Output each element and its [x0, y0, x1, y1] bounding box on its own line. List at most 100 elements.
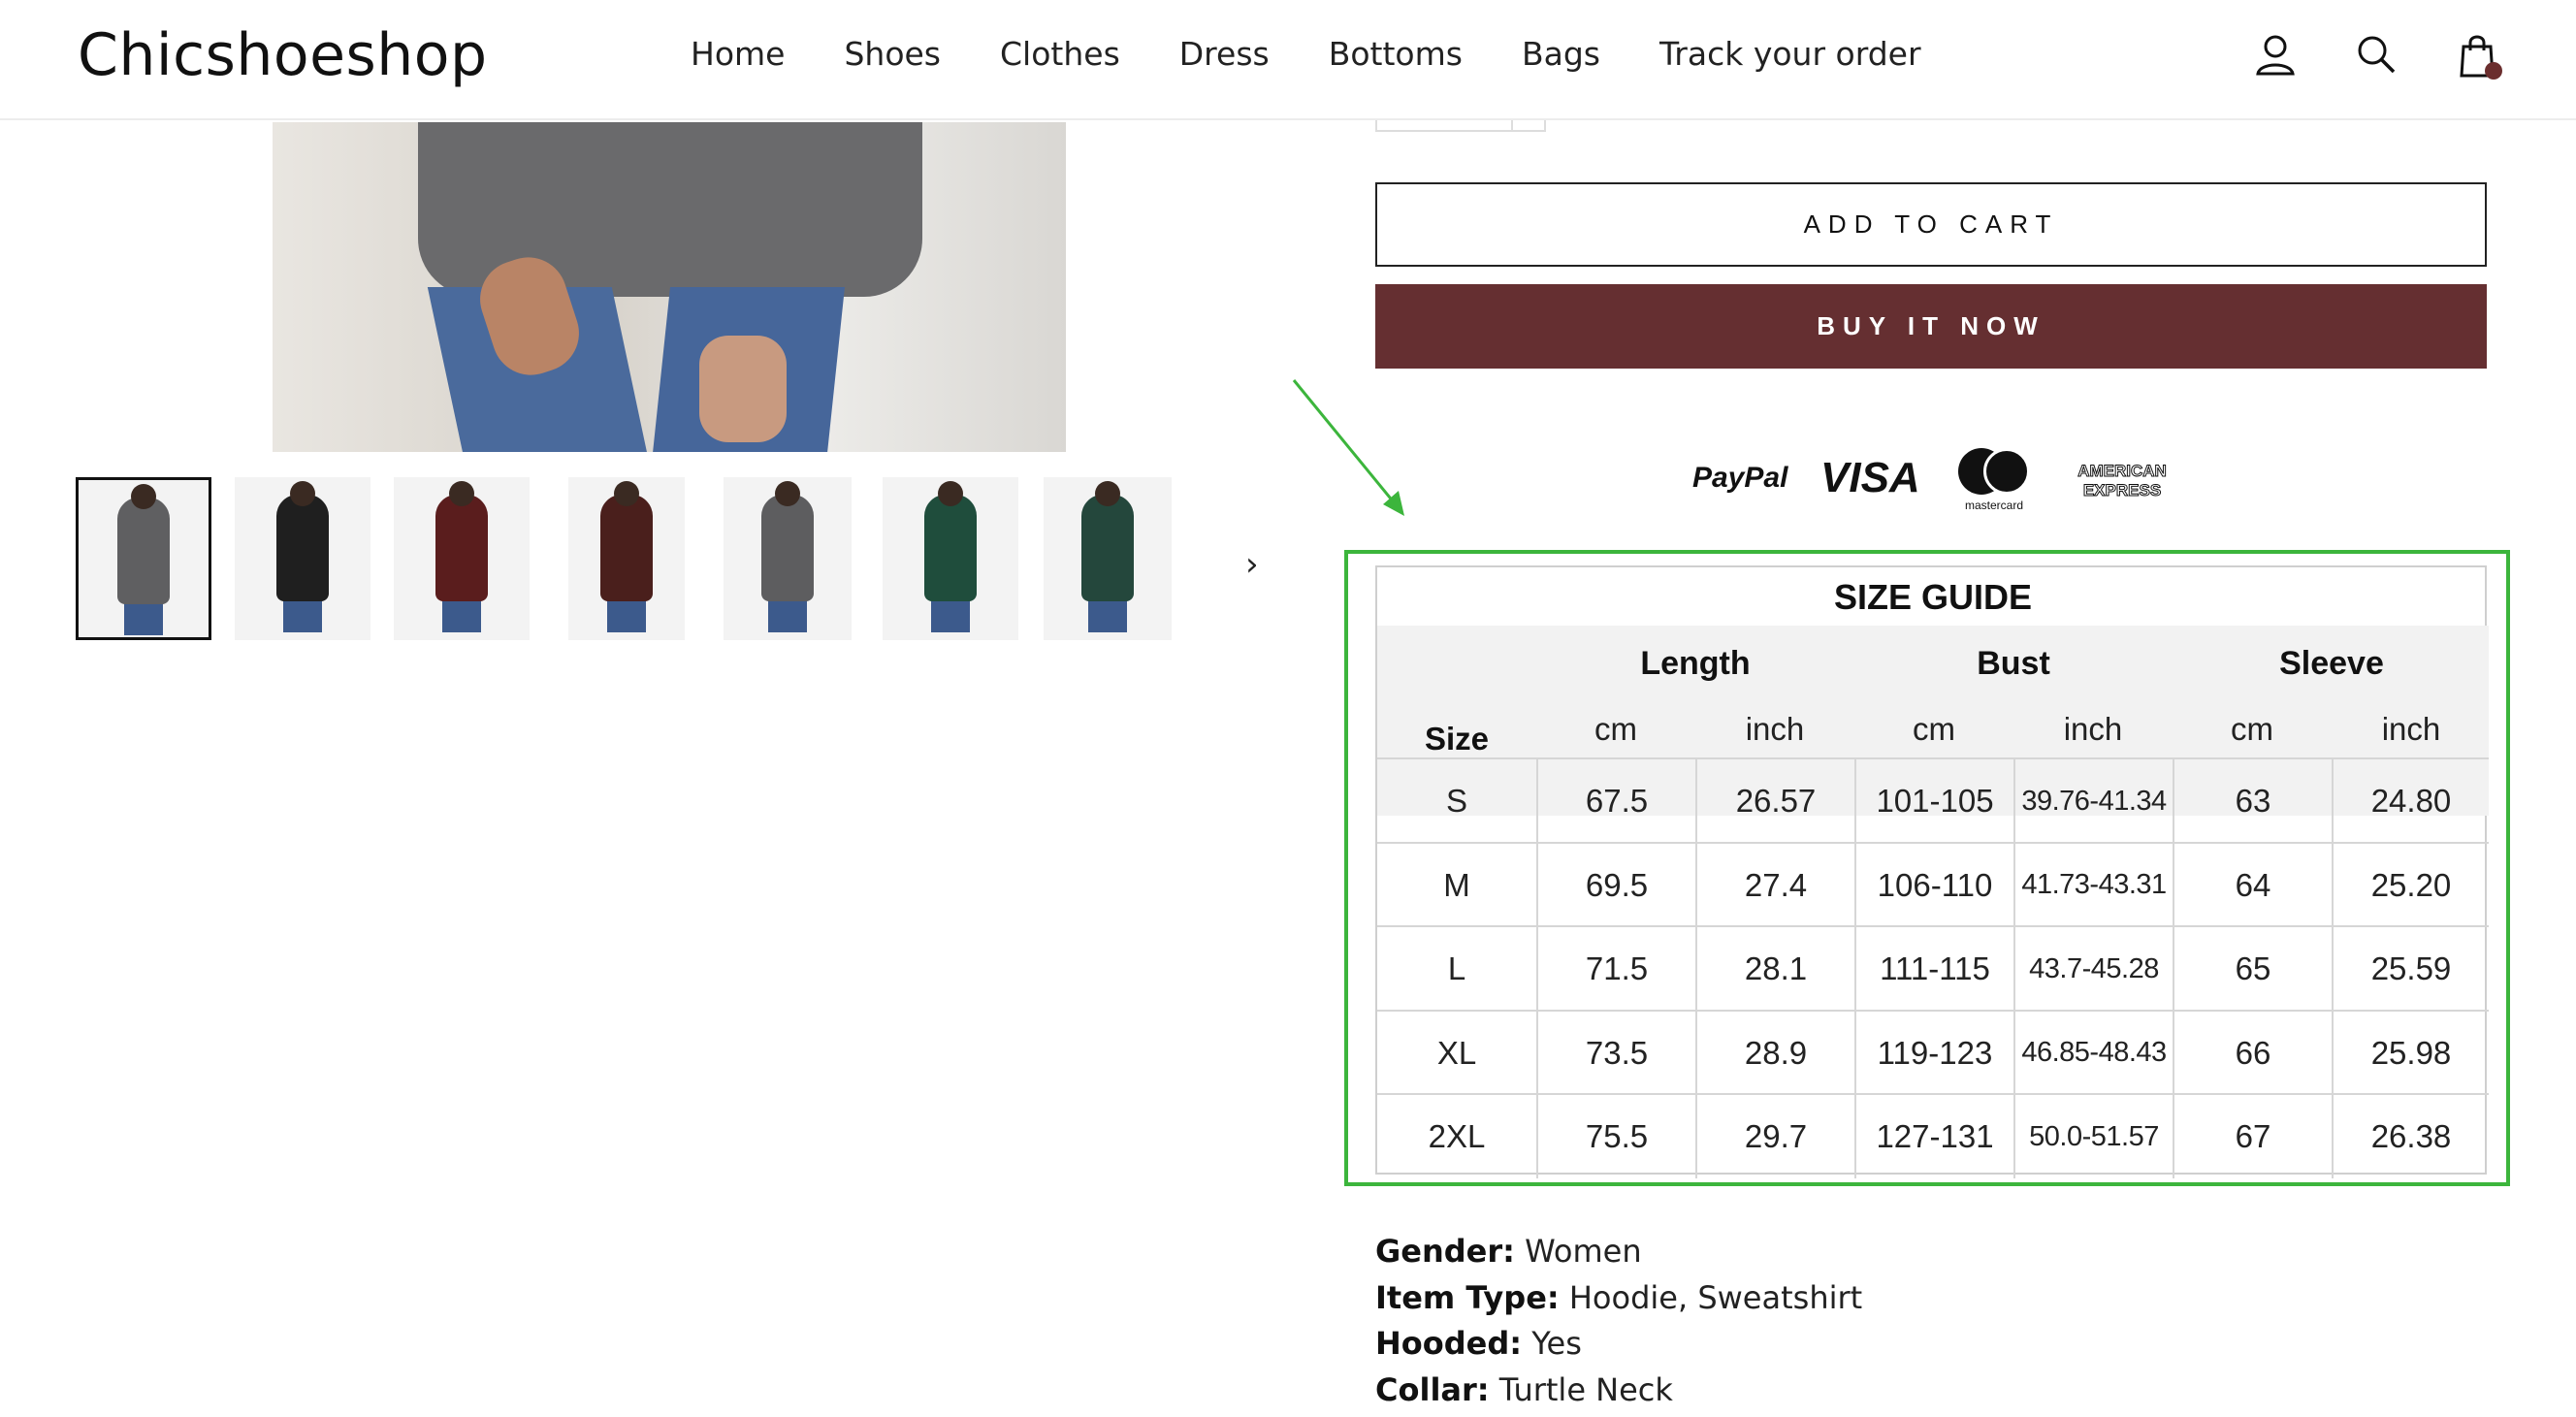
header-bust: Bust — [1977, 645, 2050, 682]
measurement-cell: 63 — [2173, 759, 2332, 843]
nav-item-shoes[interactable]: Shoes — [844, 35, 941, 73]
thumbnail-model-head — [775, 481, 800, 506]
measurement-cell: 65 — [2173, 927, 2332, 1011]
nav-item-dress[interactable]: Dress — [1179, 35, 1270, 73]
measurement-cell: 69.5 — [1536, 843, 1695, 927]
product-thumbnail[interactable] — [235, 477, 370, 640]
add-to-cart-button[interactable]: ADD TO CART — [1375, 182, 2487, 267]
user-icon[interactable] — [2254, 33, 2297, 78]
unit-bust-cm: cm — [1913, 711, 1955, 747]
nav-item-track-order[interactable]: Track your order — [1659, 35, 1921, 73]
nav-item-bags[interactable]: Bags — [1522, 35, 1600, 73]
nav-item-clothes[interactable]: Clothes — [1000, 35, 1120, 73]
thumbnail-garment — [276, 495, 329, 601]
unit-sleeve-cm: cm — [2231, 711, 2273, 747]
spec-line: Hooded: Yes — [1375, 1322, 2442, 1369]
measurement-cell: 127-131 — [1854, 1095, 2013, 1178]
thumbnail-garment — [761, 495, 814, 601]
nav-item-home[interactable]: Home — [691, 35, 785, 73]
measurement-cell: 101-105 — [1854, 759, 2013, 843]
measurement-cell: 66 — [2173, 1011, 2332, 1095]
product-thumbnail[interactable] — [76, 477, 211, 640]
main-nav: Home Shoes Clothes Dress Bottoms Bags Tr… — [691, 35, 1980, 73]
spec-key: Gender: — [1375, 1233, 1515, 1270]
header-length: Length — [1640, 645, 1751, 682]
product-thumbnail[interactable] — [883, 477, 1018, 640]
measurement-cell: 106-110 — [1854, 843, 2013, 927]
thumbnail-model-head — [1095, 481, 1120, 506]
size-guide-row: 2XL 75.5 29.7 127-131 50.0-51.57 67 26.38 — [1377, 1093, 2489, 1178]
measurement-cell: 50.0-51.57 — [2013, 1095, 2173, 1178]
product-thumbnail[interactable] — [568, 477, 685, 640]
quantity-selector[interactable] — [1375, 120, 1546, 132]
measurement-cell: 111-115 — [1854, 927, 2013, 1011]
site-header: Chicshoeshop Home Shoes Clothes Dress Bo… — [0, 0, 2576, 120]
unit-length-inch: inch — [1745, 711, 1805, 747]
measurement-cell: 25.98 — [2332, 1011, 2489, 1095]
amex-line-2: EXPRESS — [2082, 481, 2162, 500]
measurement-cell: 71.5 — [1536, 927, 1695, 1011]
spec-value: Turtle Neck — [1498, 1370, 1673, 1408]
unit-sleeve-inch: inch — [2381, 711, 2441, 747]
size-cell: S — [1445, 783, 1467, 819]
spec-value: Women — [1525, 1233, 1642, 1270]
spec-value: Yes — [1531, 1325, 1582, 1362]
measurement-cell: 67 — [2173, 1095, 2332, 1178]
product-main-image[interactable] — [273, 122, 1066, 452]
spec-line: Collar: Turtle Neck — [1375, 1369, 2442, 1415]
paypal-logo: PayPal — [1692, 462, 1788, 494]
spec-line: Gender: Women — [1375, 1230, 2442, 1276]
thumbnail-model-head — [131, 484, 156, 509]
header-sleeve: Sleeve — [2279, 645, 2384, 682]
thumbnail-model-head — [449, 481, 474, 506]
thumbnail-garment — [117, 498, 170, 604]
size-guide-row: XL 73.5 28.9 119-123 46.85-48.43 66 25.98 — [1377, 1009, 2489, 1095]
measurement-cell: 67.5 — [1536, 759, 1695, 843]
product-thumbnail[interactable] — [394, 477, 530, 640]
product-thumbnail[interactable] — [724, 477, 852, 640]
measurement-cell: 27.4 — [1695, 843, 1854, 927]
mastercard-label: mastercard — [1964, 499, 2024, 512]
spec-key: Hooded: — [1375, 1325, 1523, 1362]
measurement-cell: 28.1 — [1695, 927, 1854, 1011]
spec-key: Item Type: — [1375, 1278, 1560, 1316]
thumbnail-model-head — [614, 481, 639, 506]
measurement-cell: 29.7 — [1695, 1095, 1854, 1178]
cart-badge — [2485, 62, 2502, 80]
spec-value: Hoodie, Sweatshirt — [1568, 1278, 1863, 1316]
measurement-cell: 73.5 — [1536, 1011, 1695, 1095]
cart-icon[interactable] — [2456, 33, 2502, 80]
measurement-cell: 26.57 — [1695, 759, 1854, 843]
unit-bust-inch: inch — [2063, 711, 2123, 747]
search-icon[interactable] — [2355, 33, 2398, 78]
measurement-cell: 119-123 — [1854, 1011, 2013, 1095]
thumbnail-garment — [600, 495, 653, 601]
measurement-cell: 25.59 — [2332, 927, 2489, 1011]
measurement-cell: 64 — [2173, 843, 2332, 927]
measurement-cell: 39.76-41.34 — [2013, 759, 2173, 843]
size-cell: L — [1447, 950, 1466, 986]
annotation-arrow-icon — [1292, 379, 1404, 516]
product-thumbnails — [76, 477, 1191, 647]
thumbnail-next-chevron-icon[interactable]: › — [1245, 545, 1259, 584]
spec-line: Item Type: Hoodie, Sweatshirt — [1375, 1276, 2442, 1323]
measurement-cell: 24.80 — [2332, 759, 2489, 843]
measurement-cell: 26.38 — [2332, 1095, 2489, 1178]
product-thumbnail[interactable] — [1044, 477, 1172, 640]
size-guide-row: S 67.5 26.57 101-105 39.76-41.34 63 24.80 — [1377, 757, 2489, 843]
buy-it-now-button[interactable]: BUY IT NOW — [1375, 284, 2487, 369]
nav-item-bottoms[interactable]: Bottoms — [1329, 35, 1463, 73]
site-logo[interactable]: Chicshoeshop — [78, 21, 488, 89]
thumbnail-garment — [1081, 495, 1134, 601]
hero-jeans-rip — [699, 336, 787, 442]
thumbnail-model-head — [938, 481, 963, 506]
header-icons — [2254, 33, 2502, 80]
payment-methods: PayPal VISA mastercard AMERICAN EXPRESS — [1692, 444, 2177, 522]
size-guide-row: M 69.5 27.4 106-110 41.73-43.31 64 25.20 — [1377, 841, 2489, 927]
header-size: Size — [1424, 721, 1490, 757]
mastercard-logo: mastercard — [1954, 448, 2034, 516]
measurement-cell: 25.20 — [2332, 843, 2489, 927]
spec-key: Collar: — [1375, 1370, 1490, 1408]
size-guide-title: SIZE GUIDE — [1833, 577, 2033, 617]
thumbnail-garment — [924, 495, 977, 601]
